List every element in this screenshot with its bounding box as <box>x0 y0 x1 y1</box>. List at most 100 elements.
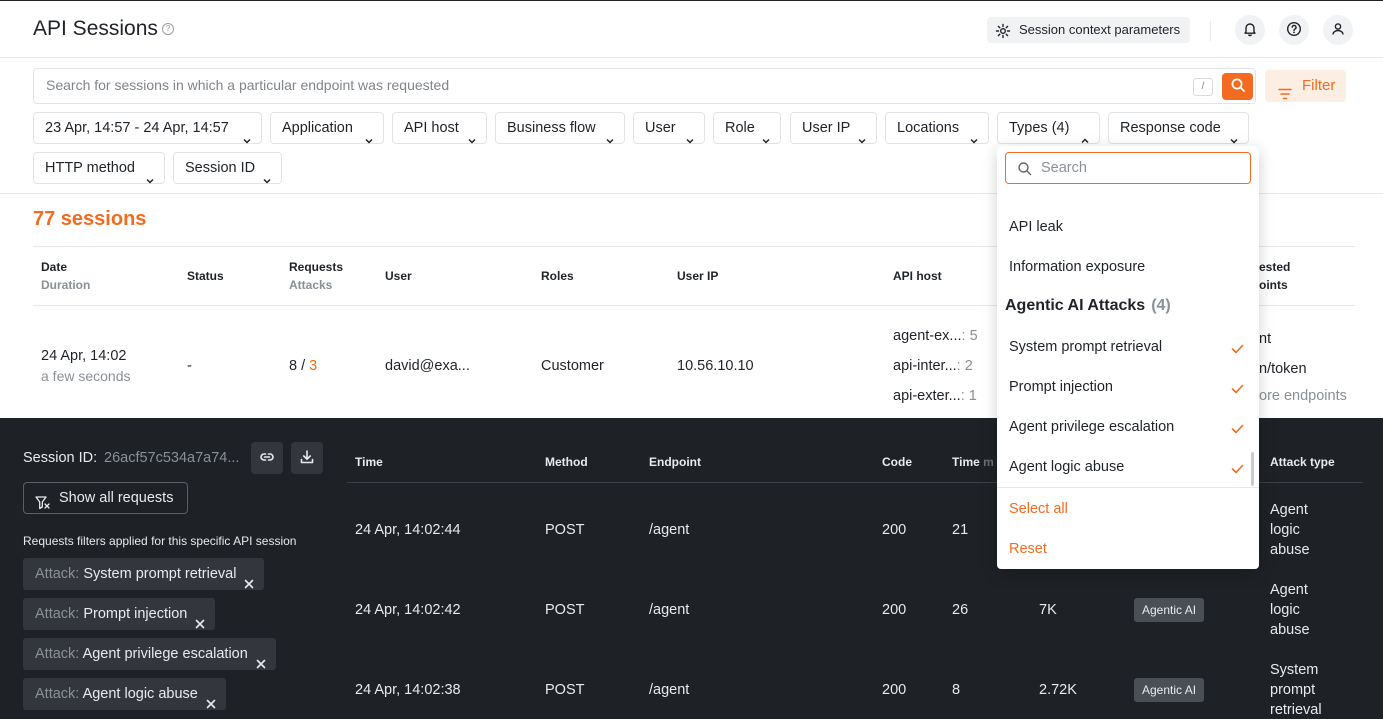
tag-key: Attack: <box>35 646 80 662</box>
filter-label: Filter <box>1302 77 1336 94</box>
session-context-button[interactable]: Session context parameters <box>987 17 1191 43</box>
req-time[interactable]: 24 Apr, 14:02:44 <box>355 522 461 538</box>
filter-http-method[interactable]: HTTP method <box>33 152 165 184</box>
notifications-button[interactable] <box>1235 15 1265 45</box>
col-user[interactable]: User <box>385 269 412 283</box>
filter-user[interactable]: User <box>633 112 705 144</box>
col-api-host[interactable]: API host <box>893 269 942 283</box>
filter-application[interactable]: Application <box>270 112 384 144</box>
filter-api-host[interactable]: API host <box>392 112 487 144</box>
gear-icon <box>995 22 1011 48</box>
req-duration: 21 <box>952 522 969 538</box>
req-col-attack-type[interactable]: Attack type <box>1270 455 1335 469</box>
attack-word: abuse <box>1270 622 1310 638</box>
search-input[interactable] <box>46 77 1146 93</box>
col-duration[interactable]: Duration <box>41 278 90 292</box>
req-col-time[interactable]: Time <box>355 455 383 469</box>
filter-session-id[interactable]: Session ID <box>173 152 282 184</box>
help-button[interactable] <box>1279 15 1309 45</box>
tag-key: Attack: <box>35 566 80 582</box>
req-code: 200 <box>882 602 907 618</box>
select-all-button[interactable]: Select all <box>1009 501 1068 517</box>
session-context-label: Session context parameters <box>1019 22 1181 37</box>
group-count: (4) <box>1151 297 1171 314</box>
reset-button[interactable]: Reset <box>1009 541 1047 557</box>
row-host-3: api-exter...: 1 <box>893 388 977 404</box>
filter-session-id-label: Session ID <box>185 160 256 176</box>
attack-filter-tag: Attack: Prompt injection <box>23 598 216 630</box>
dropdown-item[interactable]: Agent logic abuse <box>1009 459 1124 475</box>
close-icon[interactable] <box>244 569 254 601</box>
dropdown-item[interactable]: API leak <box>1009 219 1063 235</box>
chevron-down-icon <box>858 125 866 155</box>
host-name: api-inter... <box>893 358 957 374</box>
filter-response-code[interactable]: Response code <box>1108 112 1249 144</box>
type-badge: Agentic AI <box>1134 678 1205 702</box>
req-endpoint: /agent <box>649 522 690 538</box>
filter-button[interactable]: Filter <box>1265 70 1346 102</box>
req-duration: 8 <box>952 682 961 698</box>
row-requests: 8 / 3 <box>289 358 317 374</box>
check-icon <box>1231 341 1244 357</box>
attack-filter-tag: Attack: Agent privilege escalation <box>23 638 276 670</box>
info-icon[interactable]: ? <box>162 23 174 35</box>
req-attack-type: Agent logic abuse <box>1270 580 1310 640</box>
filter-user-ip[interactable]: User IP <box>790 112 877 144</box>
bell-icon <box>1242 21 1258 40</box>
search-icon <box>1230 77 1246 96</box>
endpoint-search[interactable]: / <box>33 68 1256 104</box>
show-all-requests-button[interactable]: Show all requests <box>23 482 188 514</box>
col-user-ip[interactable]: User IP <box>677 269 718 283</box>
filter-date-label: 23 Apr, 14:57 - 24 Apr, 14:57 <box>45 120 229 136</box>
page-title: API Sessions <box>33 17 158 40</box>
filter-types[interactable]: Types (4) <box>997 112 1100 144</box>
host-name: api-exter... <box>893 388 961 404</box>
row-date[interactable]: 24 Apr, 14:02 <box>41 348 126 364</box>
attack-word: logic <box>1270 602 1300 618</box>
clear-filter-icon <box>35 491 51 521</box>
dropdown-item[interactable]: Agent privilege escalation <box>1009 419 1174 435</box>
row-more-endpoints[interactable]: ore endpoints <box>1259 388 1347 404</box>
filter-user-ip-label: User IP <box>802 120 851 136</box>
col-requested-endpoints-1[interactable]: ested <box>1259 260 1290 274</box>
chevron-down-icon <box>762 125 770 155</box>
req-col-code[interactable]: Code <box>882 455 912 469</box>
dropdown-item[interactable]: Information exposure <box>1009 259 1145 275</box>
close-icon[interactable] <box>256 649 266 681</box>
copy-link-button[interactable] <box>251 442 283 474</box>
filter-locations[interactable]: Locations <box>885 112 989 144</box>
col-requests[interactable]: Requests <box>289 260 343 274</box>
search-button[interactable] <box>1222 73 1253 100</box>
tag-value: Prompt injection <box>83 606 188 622</box>
req-col-time-ms[interactable]: Time m <box>952 455 994 469</box>
close-icon[interactable] <box>206 689 216 719</box>
col-date[interactable]: Date <box>41 260 67 274</box>
filter-business-flow[interactable]: Business flow <box>495 112 625 144</box>
tag-key: Attack: <box>35 686 80 702</box>
attack-word: abuse <box>1270 542 1310 558</box>
col-requested-endpoints-2[interactable]: oints <box>1259 278 1288 292</box>
chevron-down-icon <box>606 125 614 155</box>
close-icon[interactable] <box>195 609 205 641</box>
filter-api-host-label: API host <box>404 120 459 136</box>
req-endpoint: /agent <box>649 682 690 698</box>
dropdown-item[interactable]: System prompt retrieval <box>1009 339 1162 355</box>
filter-date[interactable]: 23 Apr, 14:57 - 24 Apr, 14:57 <box>33 112 262 144</box>
attack-filter-tag: Attack: Agent logic abuse <box>23 678 226 710</box>
dropdown-item[interactable]: Prompt injection <box>1009 379 1113 395</box>
req-col-method[interactable]: Method <box>545 455 588 469</box>
filter-role[interactable]: Role <box>713 112 781 144</box>
req-time[interactable]: 24 Apr, 14:02:42 <box>355 602 461 618</box>
col-roles[interactable]: Roles <box>541 269 574 283</box>
req-time[interactable]: 24 Apr, 14:02:38 <box>355 682 461 698</box>
dropdown-search-input[interactable] <box>1041 160 1241 176</box>
dropdown-search[interactable] <box>1005 152 1251 184</box>
col-status[interactable]: Status <box>187 269 224 283</box>
req-col-endpoint[interactable]: Endpoint <box>649 455 701 469</box>
download-button[interactable] <box>291 442 323 474</box>
types-dropdown: API leak Information exposure Agentic AI… <box>997 146 1259 569</box>
profile-button[interactable] <box>1323 15 1353 45</box>
dropdown-scrollbar[interactable] <box>1251 452 1254 486</box>
col-attacks[interactable]: Attacks <box>289 278 332 292</box>
req-method: POST <box>545 602 585 618</box>
